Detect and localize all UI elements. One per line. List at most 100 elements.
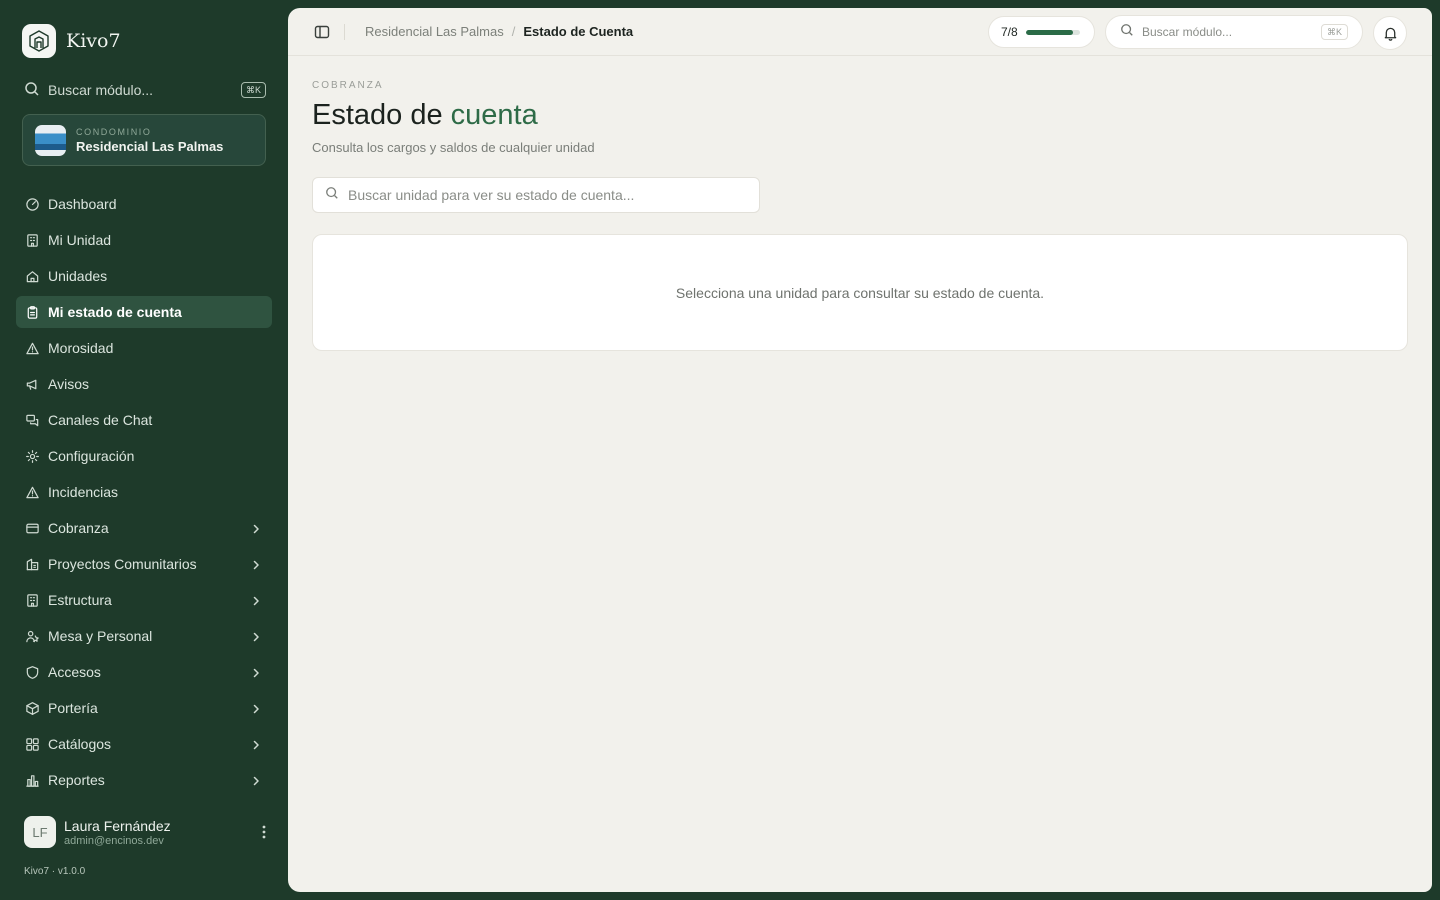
topbar-search[interactable]: Buscar módulo... ⌘K: [1105, 15, 1363, 49]
user-email: admin@encinos.dev: [64, 834, 164, 847]
page-title-main: Estado de: [312, 99, 451, 131]
breadcrumb-separator: /: [511, 24, 516, 39]
sidebar-item-label: Morosidad: [48, 340, 114, 356]
search-icon: [24, 81, 40, 100]
sidebar-item-configuracion[interactable]: Configuración: [16, 440, 272, 472]
sidebar-item-label: Accesos: [48, 664, 101, 680]
clipboard-icon: [24, 304, 40, 320]
topbar-divider: [344, 23, 345, 40]
sidebar-item-morosidad[interactable]: Morosidad: [16, 332, 272, 364]
page-title: Estado de cuenta: [312, 99, 1408, 132]
building-icon: [24, 592, 40, 608]
sidebar-item-label: Cobranza: [48, 520, 109, 536]
sidebar-item-accesos[interactable]: Accesos: [16, 656, 272, 688]
sidebar-item-reportes[interactable]: Reportes: [16, 764, 272, 796]
chevron-right-icon: [250, 774, 262, 786]
setup-progress[interactable]: 7/8: [988, 16, 1095, 48]
chevron-right-icon: [250, 522, 262, 534]
chevron-right-icon: [250, 630, 262, 642]
sidebar-item-label: Dashboard: [48, 196, 117, 212]
setup-progress-fill: [1025, 29, 1073, 35]
sidebar-item-label: Reportes: [48, 772, 105, 788]
unit-search-input[interactable]: [348, 187, 759, 203]
sidebar-item-label: Unidades: [48, 268, 108, 284]
sidebar-item-proyectos-comunitarios[interactable]: Proyectos Comunitarios: [16, 548, 272, 580]
condo-switcher[interactable]: CONDOMINIO Residencial Las Palmas: [22, 114, 266, 166]
user-name: Laura Fernández: [64, 817, 171, 834]
sidebar-item-canales-de-chat[interactable]: Canales de Chat: [16, 404, 272, 436]
search-icon: [1120, 23, 1134, 42]
app-version: Kivo7 · v1.0.0: [24, 866, 86, 877]
condo-name: Residencial Las Palmas: [76, 138, 224, 154]
sidebar-item-mi-estado-de-cuenta[interactable]: Mi estado de cuenta: [16, 296, 272, 328]
sidebar-item-mi-unidad[interactable]: Mi Unidad: [16, 224, 272, 256]
sidebar-item-dashboard[interactable]: Dashboard: [16, 188, 272, 220]
warning-icon: [24, 484, 40, 500]
sidebar-item-label: Catálogos: [48, 736, 112, 752]
breadcrumb: Residencial Las Palmas / Estado de Cuent…: [365, 24, 633, 39]
empty-state-message: Selecciona una unidad para consultar su …: [675, 284, 1045, 301]
brand-logo-icon: [22, 24, 56, 58]
brand[interactable]: Kivo7: [22, 24, 121, 58]
sidebar-item-label: Avisos: [48, 376, 89, 392]
sidebar-item-incidencias[interactable]: Incidencias: [16, 476, 272, 508]
brand-name: Kivo7: [66, 30, 121, 52]
chevron-right-icon: [250, 738, 262, 750]
breadcrumb-parent[interactable]: Residencial Las Palmas: [365, 24, 504, 39]
sidebar-item-label: Configuración: [48, 448, 135, 464]
sidebar-item-label: Mi estado de cuenta: [48, 304, 182, 320]
page-subtitle: Consulta los cargos y saldos de cualquie…: [312, 140, 595, 155]
topbar: Residencial Las Palmas / Estado de Cuent…: [288, 8, 1432, 56]
sidebar-item-unidades[interactable]: Unidades: [16, 260, 272, 292]
sidebar-item-catalogos[interactable]: Catálogos: [16, 728, 272, 760]
sidebar-item-label: Incidencias: [48, 484, 119, 500]
sidebar-search-shortcut: ⌘K: [240, 82, 266, 98]
topbar-search-placeholder: Buscar módulo...: [1142, 25, 1233, 39]
condo-kicker: CONDOMINIO: [76, 126, 152, 137]
bar-chart-icon: [24, 772, 40, 788]
sidebar-toggle-icon[interactable]: [314, 24, 330, 40]
sidebar-item-estructura[interactable]: Estructura: [16, 584, 272, 616]
sidebar-item-label: Estructura: [48, 592, 112, 608]
sidebar-item-label: Proyectos Comunitarios: [48, 556, 197, 572]
sidebar-search-label: Buscar módulo...: [48, 82, 154, 98]
page-title-accent: cuenta: [450, 99, 538, 131]
sidebar-item-porteria[interactable]: Portería: [16, 692, 272, 724]
unit-search[interactable]: [312, 177, 760, 213]
project-icon: [24, 556, 40, 572]
condo-avatar: [35, 124, 66, 156]
topbar-search-shortcut: ⌘K: [1320, 24, 1348, 40]
breadcrumb-current: Estado de Cuenta: [523, 24, 634, 39]
grid-icon: [24, 736, 40, 752]
sidebar-item-label: Portería: [48, 700, 98, 716]
chevron-right-icon: [250, 702, 262, 714]
avatar: LF: [24, 816, 56, 848]
page-content: COBRANZA Estado de cuenta Consulta los c…: [312, 80, 1408, 351]
chevron-right-icon: [250, 594, 262, 606]
chevron-right-icon: [250, 666, 262, 678]
gauge-icon: [24, 196, 40, 212]
sidebar-nav: Dashboard Mi Unidad Unidades Mi estado de c…: [16, 188, 272, 800]
sidebar-search[interactable]: Buscar módulo... ⌘K: [24, 78, 266, 102]
more-vertical-icon[interactable]: [256, 824, 272, 840]
warning-icon: [24, 340, 40, 356]
card-icon: [24, 520, 40, 536]
page-kicker: COBRANZA: [312, 80, 384, 91]
search-icon: [325, 186, 339, 205]
empty-state-card: Selecciona una unidad para consultar su …: [312, 234, 1408, 351]
chat-icon: [24, 412, 40, 428]
sidebar-item-label: Canales de Chat: [48, 412, 153, 428]
sidebar-item-cobranza[interactable]: Cobranza: [16, 512, 272, 544]
shield-icon: [24, 664, 40, 680]
main-panel: Residencial Las Palmas / Estado de Cuent…: [288, 8, 1432, 892]
sidebar-item-avisos[interactable]: Avisos: [16, 368, 272, 400]
sidebar-item-label: Mesa y Personal: [48, 628, 153, 644]
setup-progress-label: 7/8: [1001, 25, 1018, 39]
notifications-bell-icon[interactable]: [1373, 16, 1407, 50]
user-profile[interactable]: LF Laura Fernández admin@encinos.dev: [24, 816, 272, 848]
sidebar-item-mesa-y-personal[interactable]: Mesa y Personal: [16, 620, 272, 652]
sidebar: Kivo7 Buscar módulo... ⌘K CONDOMINIO Res…: [0, 0, 288, 900]
home-icon: [24, 268, 40, 284]
people-icon: [24, 628, 40, 644]
megaphone-icon: [24, 376, 40, 392]
